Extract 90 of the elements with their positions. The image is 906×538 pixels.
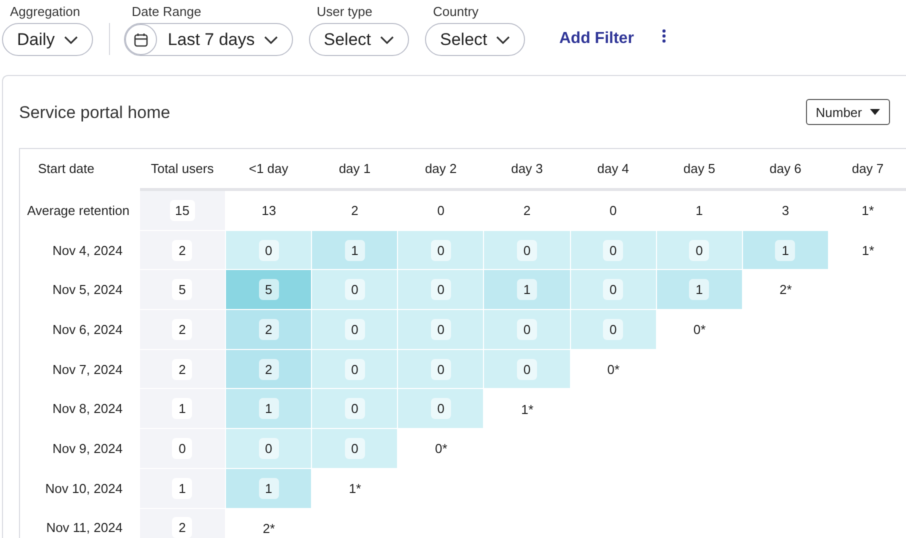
table-cell: 0 <box>437 202 444 218</box>
count-chip: 2 <box>258 318 279 340</box>
filter-label: User type <box>316 4 374 20</box>
filter-dropdown[interactable]: Select <box>308 23 409 56</box>
column-header: day 6 <box>770 161 802 176</box>
row-label: Nov 10, 2024 <box>45 480 123 496</box>
table-cell: 1* <box>862 242 874 258</box>
table-cell: 2* <box>780 282 792 298</box>
metric-dropdown[interactable]: Number <box>806 99 890 125</box>
count-chip: 0 <box>603 240 624 261</box>
filter-label: Date Range <box>132 4 202 20</box>
count-chip: 0 <box>430 358 451 380</box>
calendar-icon <box>134 32 148 46</box>
count-chip: 1 <box>258 478 279 499</box>
table-cell: 1 <box>696 202 703 218</box>
count-chip: 1 <box>775 240 796 261</box>
count-chip: 5 <box>258 279 279 300</box>
row-label: Nov 8, 2024 <box>52 401 123 416</box>
row-label: Nov 9, 2024 <box>52 440 123 456</box>
table-cell: 2 <box>523 202 531 218</box>
count-chip: 0 <box>517 358 537 380</box>
count-chip: 0 <box>430 398 451 420</box>
table-cell: 1* <box>348 480 362 496</box>
table-cell: 2* <box>262 520 275 536</box>
count-chip: 0 <box>603 318 624 340</box>
add-filter-link[interactable]: Add Filter <box>559 30 634 48</box>
count-chip: 0 <box>603 279 624 300</box>
row-label: Nov 6, 2024 <box>52 322 123 337</box>
count-chip: 2 <box>172 240 192 261</box>
table-cell: 3 <box>782 202 790 218</box>
row-label: Nov 7, 2024 <box>52 362 123 377</box>
count-chip: 15 <box>170 200 195 221</box>
chevron-down-icon <box>264 36 278 44</box>
count-chip: 0 <box>430 279 451 300</box>
column-header: Total users <box>150 161 214 176</box>
count-chip: 0 <box>689 240 710 261</box>
count-chip: 0 <box>430 318 451 340</box>
count-chip: 0 <box>258 240 279 261</box>
count-chip: 0 <box>517 318 537 340</box>
row-label: Nov 4, 2024 <box>52 242 123 258</box>
caret-down-icon <box>870 109 880 115</box>
filter-dropdown[interactable]: Select <box>425 23 526 56</box>
count-chip: 2 <box>172 517 192 538</box>
chevron-down-icon <box>380 36 394 44</box>
count-chip: 0 <box>344 358 365 380</box>
card-title: Service portal home <box>19 103 170 123</box>
column-header: Start date <box>38 161 94 176</box>
chevron-down-icon <box>496 36 510 44</box>
count-chip: 0 <box>344 398 365 420</box>
count-chip: 0 <box>344 279 365 300</box>
table-cell: 13 <box>262 202 276 218</box>
count-chip: 0 <box>172 438 192 459</box>
chevron-down-icon <box>64 36 78 44</box>
count-chip: 0 <box>430 240 451 261</box>
count-chip: 1 <box>258 398 279 420</box>
count-chip: 1 <box>689 279 710 300</box>
count-chip: 1 <box>344 240 365 261</box>
table-cell: 0 <box>610 202 617 218</box>
filter-label: Country <box>433 4 480 20</box>
table-cell: 2 <box>351 202 358 218</box>
count-chip: 0 <box>344 318 365 340</box>
row-label: Nov 11, 2024 <box>46 520 123 536</box>
count-chip: 1 <box>172 398 192 420</box>
row-label: Average retention <box>27 203 130 218</box>
filter-dropdown[interactable]: Last 7 days <box>124 23 293 56</box>
count-chip: 5 <box>172 279 192 300</box>
table-cell: 0* <box>693 322 706 338</box>
column-header: <1 day <box>248 161 288 176</box>
filter-dropdown[interactable]: Daily <box>2 23 93 56</box>
column-header: day 2 <box>424 161 457 176</box>
column-header: day 4 <box>597 161 630 176</box>
count-chip: 2 <box>172 318 192 340</box>
count-chip: 0 <box>258 438 279 459</box>
table-cell: 0* <box>434 441 448 456</box>
table-cell: 1* <box>862 203 874 218</box>
count-chip: 1 <box>517 279 537 300</box>
count-chip: 2 <box>172 358 192 380</box>
count-chip: 0 <box>344 438 365 459</box>
column-header: day 1 <box>338 161 371 176</box>
row-label: Nov 5, 2024 <box>52 282 123 298</box>
table-cell: 0* <box>607 362 620 377</box>
count-chip: 0 <box>517 240 537 261</box>
column-header: day 5 <box>683 161 716 176</box>
filter-label: Aggregation <box>10 4 82 20</box>
count-chip: 1 <box>172 478 192 499</box>
column-header: day 7 <box>852 161 884 176</box>
count-chip: 2 <box>258 358 279 380</box>
table-cell: 1* <box>521 402 534 417</box>
column-header: day 3 <box>511 161 543 176</box>
more-options-icon <box>662 29 666 43</box>
